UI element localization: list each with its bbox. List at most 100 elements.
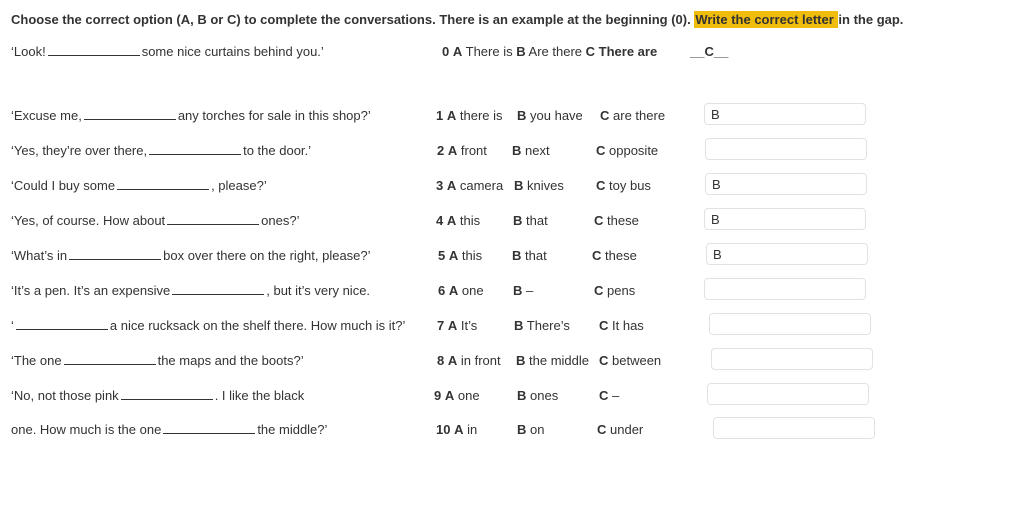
option-b-label: B: [516, 44, 526, 59]
question-sentence: ‘ a nice rucksack on the shelf there. How…: [11, 318, 405, 333]
option-number: 8: [437, 353, 445, 368]
option-c-group: C pens: [594, 283, 635, 298]
sentence-after: ones?’: [261, 213, 300, 228]
option-b: ones: [530, 388, 559, 403]
option-c: There are: [598, 44, 658, 59]
option-b-label: B: [517, 422, 527, 437]
gap-line: [167, 213, 260, 225]
option-number: 5: [438, 248, 446, 263]
option-b-group: B that: [512, 248, 547, 263]
option-number: 9: [434, 388, 442, 403]
option-number: 1: [436, 108, 444, 123]
option-a-group: 5 A this: [438, 248, 482, 263]
option-a: There is: [465, 44, 513, 59]
option-a-group: 1 A there is: [436, 108, 503, 123]
option-a: this: [461, 248, 483, 263]
option-a: It’s: [460, 318, 478, 333]
option-a: camera: [459, 178, 504, 193]
question-sentence: ‘Excuse me, any torches for sale in this …: [11, 108, 371, 123]
sentence-before: ‘No, not those pink: [11, 388, 119, 403]
answer-input[interactable]: [707, 383, 869, 405]
option-c-label: C: [585, 44, 596, 59]
gap-line: [149, 143, 242, 155]
option-c: opposite: [609, 143, 659, 158]
question-sentence: ‘No, not those pink . I like the black: [11, 388, 304, 403]
option-c: are there: [613, 108, 666, 123]
option-b-group: B that: [513, 213, 548, 228]
answer-input[interactable]: [704, 103, 866, 125]
sentence-before: ‘Could I buy some: [11, 178, 116, 193]
option-a-group: 4 A this: [436, 213, 480, 228]
answer-input[interactable]: [705, 173, 867, 195]
option-c-label: C: [600, 108, 610, 123]
sentence-before: one. How much is the one: [11, 422, 162, 437]
option-c-label: C: [599, 318, 609, 333]
option-a-label: A: [444, 388, 455, 403]
option-b-group: B on: [517, 422, 544, 437]
question-sentence: ‘What’s in box over there on the right, p…: [11, 248, 371, 263]
answer-input[interactable]: [706, 243, 868, 265]
sentence-before: ‘Yes, of course. How about: [11, 213, 166, 228]
question-sentence: one. How much is the one the middle?’: [11, 422, 327, 437]
gap-line: [47, 44, 140, 56]
option-b: –: [526, 283, 534, 298]
option-a: in: [467, 422, 478, 437]
sentence-after: the maps and the boots?’: [157, 353, 304, 368]
answer-input[interactable]: [705, 138, 867, 160]
option-c: –: [612, 388, 620, 403]
option-c-group: C are there: [600, 108, 665, 123]
option-b-label: B: [513, 213, 523, 228]
question-sentence: ‘It’s a pen. It’s an expensive , but it’s…: [11, 283, 370, 298]
option-c-label: C: [592, 248, 602, 263]
answer-input[interactable]: [704, 208, 866, 230]
answer-input[interactable]: [704, 278, 866, 300]
option-a-group: 3 A camera: [436, 178, 503, 193]
sentence-after: any torches for sale in this shop?’: [177, 108, 371, 123]
option-number: 10: [436, 422, 451, 437]
option-b: that: [526, 213, 548, 228]
option-c-label: C: [596, 143, 606, 158]
sentence-after: a nice rucksack on the shelf there. How …: [109, 318, 406, 333]
option-a-group: 6 A one: [438, 283, 484, 298]
option-a: one: [461, 283, 484, 298]
gap-line: [117, 178, 210, 190]
option-c: these: [607, 213, 639, 228]
option-c-group: C between: [599, 353, 661, 368]
option-b-group: B knives: [514, 178, 564, 193]
option-b-label: B: [512, 248, 522, 263]
instructions-text-end: in the gap.: [838, 12, 904, 27]
option-c-label: C: [599, 353, 609, 368]
option-b-group: B next: [512, 143, 550, 158]
option-c: these: [605, 248, 637, 263]
option-b-group: B the middle: [516, 353, 589, 368]
option-a-group: 9 A one: [434, 388, 480, 403]
option-b: you have: [530, 108, 583, 123]
answer-input[interactable]: [711, 348, 873, 370]
answer-input[interactable]: [709, 313, 871, 335]
option-number: 2: [437, 143, 445, 158]
option-a-group: 2 A front: [437, 143, 487, 158]
sentence-before: ‘Look!: [11, 44, 46, 59]
option-a-group: 7 A It’s: [437, 318, 477, 333]
gap-line: [83, 108, 176, 120]
option-b-label: B: [514, 178, 524, 193]
option-c-group: C these: [592, 248, 637, 263]
option-a: front: [460, 143, 487, 158]
sentence-after: , please?’: [211, 178, 267, 193]
option-a-label: A: [446, 178, 457, 193]
option-number: 6: [438, 283, 446, 298]
question-sentence: ‘The one the maps and the boots?’: [11, 353, 304, 368]
option-b-label: B: [517, 108, 527, 123]
instructions-highlight: Write the correct letter: [694, 11, 839, 28]
option-a: there is: [459, 108, 503, 123]
option-c-group: C –: [599, 388, 619, 403]
option-c-label: C: [599, 388, 609, 403]
option-c-label: C: [594, 283, 604, 298]
option-b: knives: [527, 178, 564, 193]
instructions: Choose the correct option (A, B or C) to…: [11, 11, 904, 28]
option-a-label: A: [454, 422, 464, 437]
option-a-label: A: [452, 44, 463, 59]
option-c: toy bus: [609, 178, 651, 193]
option-a-label: A: [447, 318, 458, 333]
answer-input[interactable]: [713, 417, 875, 439]
